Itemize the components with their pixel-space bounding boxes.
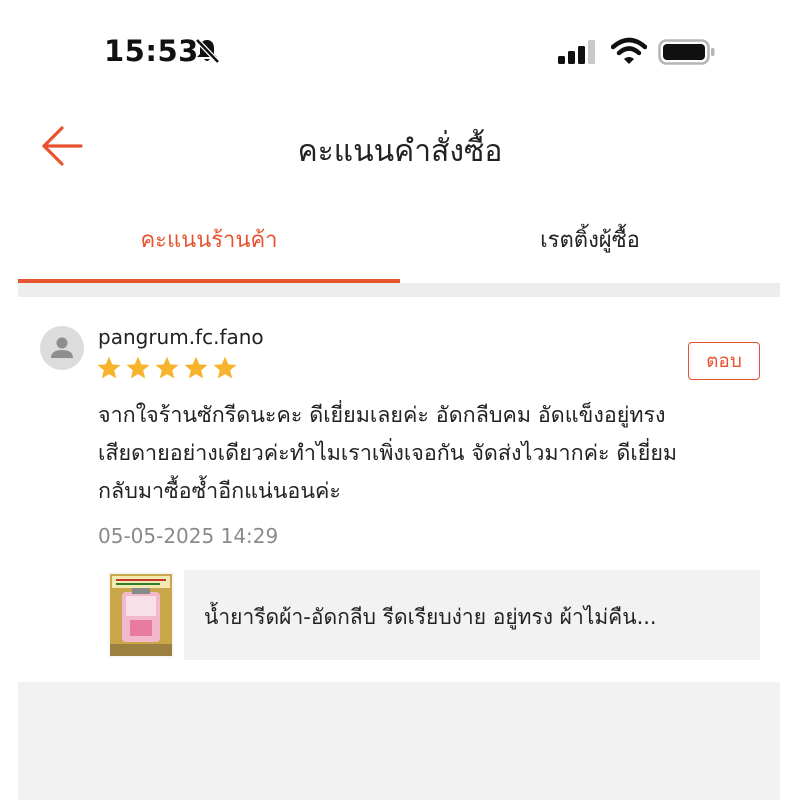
product-card[interactable]: น้ำยารีดผ้า-อัดกลีบ รีดเรียบง่าย อยู่ทรง… (100, 570, 760, 660)
status-bar: 15:53 (0, 0, 800, 100)
user-icon (51, 337, 73, 358)
review-text-line: กลับมาซื้อซ้ำอีกแน่นอนค่ะ (98, 479, 341, 504)
product-name: น้ำยารีดผ้า-อัดกลีบ รีดเรียบง่าย อยู่ทรง… (204, 605, 657, 629)
tab-shop-rating[interactable]: คะแนนร้านค้า (18, 222, 400, 282)
section-divider (18, 283, 780, 297)
product-info: น้ำยารีดผ้า-อัดกลีบ รีดเรียบง่าย อยู่ทรง… (184, 570, 760, 660)
star-icon (97, 356, 121, 379)
review-text-line: จากใจร้านซักรีดนะคะ ดีเยี่ยมเลยค่ะ อัดกล… (98, 403, 666, 428)
bell-muted-icon (195, 38, 220, 64)
star-icon (213, 356, 237, 379)
page-title: คะแนนคำสั่งซื้อ (297, 134, 503, 169)
star-icon (184, 356, 208, 379)
star-rating (96, 355, 238, 381)
empty-area (18, 682, 780, 800)
battery-icon (658, 39, 715, 65)
product-image (110, 574, 172, 656)
star-icon (155, 356, 179, 379)
wifi-icon (611, 37, 647, 64)
reply-button[interactable]: ตอบ (688, 342, 760, 380)
cellular-signal-icon (558, 40, 595, 64)
review-text-line: เสียดายอย่างเดียวค่ะทำไมเราเพิ่งเจอกัน จ… (98, 441, 678, 466)
product-thumbnail (108, 572, 174, 658)
review-date: 05-05-2025 14:29 (98, 524, 279, 548)
reviewer-username: pangrum.fc.fano (98, 325, 264, 349)
avatar (40, 326, 84, 370)
star-icon (126, 356, 150, 379)
status-time: 15:53 (104, 34, 199, 68)
tab-buyer-rating[interactable]: เรตติ้งผู้ซื้อ (400, 222, 780, 282)
